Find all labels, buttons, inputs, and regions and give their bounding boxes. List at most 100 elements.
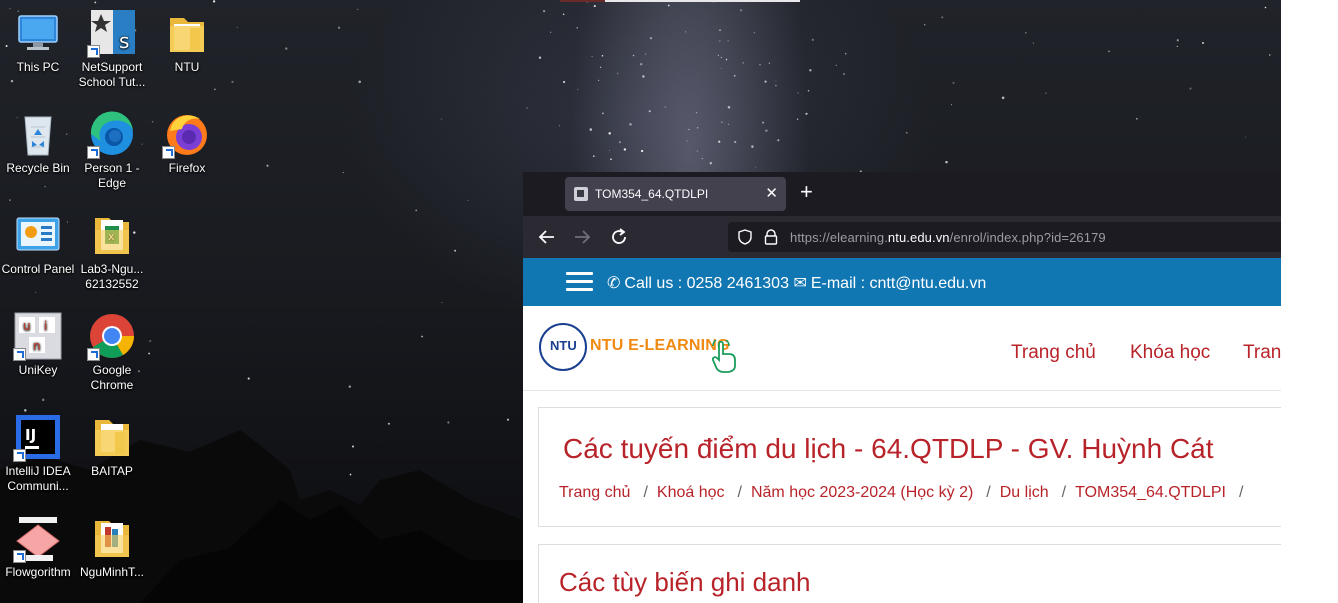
desktop-icon-recycle-bin[interactable]: Recycle Bin <box>0 109 76 176</box>
breadcrumb-item[interactable]: Du lịch <box>1000 484 1049 501</box>
hamburger-menu-icon[interactable] <box>566 272 593 292</box>
shortcut-arrow-icon <box>162 146 175 159</box>
folder-icon <box>170 18 204 52</box>
shortcut-arrow-icon <box>13 550 26 563</box>
shortcut-arrow-icon <box>13 348 26 361</box>
desktop-icon-label: Google Chrome <box>90 363 134 392</box>
desktop-icon-ntu-folder[interactable]: NTU <box>149 8 225 75</box>
arrow-right-icon <box>575 230 591 244</box>
breadcrumb-separator: / <box>1061 484 1067 501</box>
desktop-icon-label: BAITAP <box>91 464 133 478</box>
folder-docs-icon <box>95 521 129 557</box>
new-tab-button[interactable]: + <box>800 181 813 203</box>
page-favicon-icon <box>574 187 588 201</box>
web-page: ✆ Call us : 0258 2461303 ✉ E-mail : cntt@n… <box>523 258 1281 603</box>
breadcrumb-separator: / <box>737 484 742 501</box>
desktop-icon-edge[interactable]: Person 1 - Edge <box>74 109 150 191</box>
breadcrumb-item[interactable]: Khoá học <box>657 484 725 501</box>
course-header-card: Các tuyến điểm du lịch - 64.QTDLP - GV. … <box>538 407 1281 527</box>
desktop-icon-label: UniKey <box>18 363 58 377</box>
site-header: NTU NTU E-LEARNING Trang chủ Khóa học Tr… <box>523 306 1281 391</box>
folder-icon <box>95 420 129 456</box>
reload-button[interactable] <box>607 225 631 249</box>
control-panel-icon <box>16 217 60 251</box>
shortcut-arrow-icon <box>87 348 100 361</box>
recycle-bin-icon <box>24 116 52 156</box>
logo-badge-text: NTU <box>550 338 577 353</box>
url-path: /enrol/index.php?id=26179 <box>949 230 1106 245</box>
shortcut-arrow-icon <box>13 449 26 462</box>
ntu-logo[interactable]: NTU <box>539 323 587 371</box>
desktop-icon-label: Recycle Bin <box>6 161 70 175</box>
shield-icon[interactable] <box>737 229 753 245</box>
svg-text:n: n <box>33 339 41 353</box>
svg-text:s: s <box>119 29 129 53</box>
shortcut-arrow-icon <box>87 146 100 159</box>
contact-info: ✆ Call us : 0258 2461303 ✉ E-mail : cntt@n… <box>607 273 986 293</box>
desktop-icon-label: Flowgorithm <box>5 565 71 579</box>
desktop-icon-label: Firefox <box>168 161 206 175</box>
pointer-hand-icon <box>711 340 736 373</box>
firefox-window: TOM354_64.QTDLPI ✕ + https://elearning.n… <box>523 172 1281 603</box>
browser-tab[interactable]: TOM354_64.QTDLPI ✕ <box>565 177 786 211</box>
breadcrumb-separator: / <box>643 484 648 501</box>
desktop-icon-label: Control Panel <box>1 262 75 276</box>
url-bar[interactable]: https://elearning.ntu.edu.vn/enrol/index… <box>728 222 1281 252</box>
desktop-icon-label: NguMinhT... <box>79 565 145 579</box>
breadcrumb-item[interactable]: Năm học 2023-2024 (Học kỳ 2) <box>751 484 973 501</box>
desktop-icon-label: Lab3-Ngu... 62132552 <box>80 262 144 291</box>
desktop-icon-netsupport[interactable]: s NetSupport School Tut... <box>74 8 150 90</box>
desktop-icon-control-panel[interactable]: Control Panel <box>0 210 76 277</box>
reload-icon <box>612 228 626 244</box>
this-pc-icon <box>18 15 58 50</box>
envelope-icon: ✉ <box>793 275 807 292</box>
site-topbar: ✆ Call us : 0258 2461303 ✉ E-mail : cntt@n… <box>523 258 1281 306</box>
desktop-icon-flowgorithm[interactable]: Flowgorithm <box>0 513 76 580</box>
desktop-icon-unikey[interactable]: u i n UniKey <box>0 311 76 378</box>
breadcrumb: Trang chủ / Khoá học / Năm học 2023-2024 (Họ… <box>559 484 1252 502</box>
email-text: E-mail : cntt@ntu.edu.vn <box>810 275 987 292</box>
forward-button[interactable] <box>570 225 594 249</box>
desktop-icon-label: NetSupport School Tut... <box>78 60 146 89</box>
close-tab-icon[interactable]: ✕ <box>765 184 778 202</box>
desktop-icon-chrome[interactable]: Google Chrome <box>74 311 150 393</box>
desktop-icon-intellij[interactable]: IJ IntelliJ IDEA Communi... <box>0 412 76 494</box>
breadcrumb-separator: / <box>986 484 991 501</box>
url-prefix: https://elearning. <box>790 230 888 245</box>
tab-title: TOM354_64.QTDLPI <box>595 187 709 201</box>
menu-link-courses[interactable]: Khóa học <box>1130 342 1210 364</box>
arrow-left-icon <box>538 230 554 244</box>
shortcut-arrow-icon <box>87 45 100 58</box>
lock-icon[interactable] <box>764 229 778 245</box>
svg-text:u: u <box>23 319 31 333</box>
desktop-icon-label: NTU <box>174 60 200 74</box>
window-edge <box>605 0 800 2</box>
back-button[interactable] <box>535 225 559 249</box>
menu-link-home[interactable]: Trang chủ <box>1011 342 1096 364</box>
desktop-icon-baitap[interactable]: BAITAP <box>74 412 150 479</box>
desktop-icon-firefox[interactable]: Firefox <box>149 109 225 176</box>
svg-text:IJ: IJ <box>25 426 36 444</box>
excel-folder-icon: x <box>95 218 129 254</box>
tab-bar: TOM354_64.QTDLPI ✕ + <box>523 172 1281 216</box>
menu-link-more[interactable]: Tran <box>1243 342 1281 364</box>
navigation-toolbar: https://elearning.ntu.edu.vn/enrol/index… <box>523 216 1281 258</box>
breadcrumb-item[interactable]: Trang chủ <box>559 484 630 501</box>
window-edge <box>560 0 605 2</box>
url-domain: ntu.edu.vn <box>887 230 950 245</box>
svg-text:i: i <box>44 319 47 333</box>
desktop-icon-lab3[interactable]: x Lab3-Ngu... 62132552 <box>74 210 150 292</box>
breadcrumb-item[interactable]: TOM354_64.QTDLPI <box>1075 484 1226 501</box>
desktop-icon-label: This PC <box>16 60 60 74</box>
desktop-icon-nguminht[interactable]: NguMinhT... <box>74 513 150 580</box>
phone-icon: ✆ <box>607 275 621 292</box>
phone-text: Call us : 0258 2461303 <box>624 275 789 292</box>
url-text: https://elearning.ntu.edu.vn/enrol/index… <box>790 230 1106 245</box>
enrolment-options-heading: Các tùy biến ghi danh <box>559 567 811 597</box>
enrolment-options-card: Các tùy biến ghi danh <box>538 544 1281 603</box>
desktop-icon-label: IntelliJ IDEA Communi... <box>5 464 71 493</box>
course-title: Các tuyến điểm du lịch - 64.QTDLP - GV. … <box>563 433 1214 464</box>
desktop-icon-this-pc[interactable]: This PC <box>0 8 76 75</box>
desktop-icon-label: Person 1 - Edge <box>84 161 140 190</box>
breadcrumb-separator: / <box>1239 484 1244 501</box>
